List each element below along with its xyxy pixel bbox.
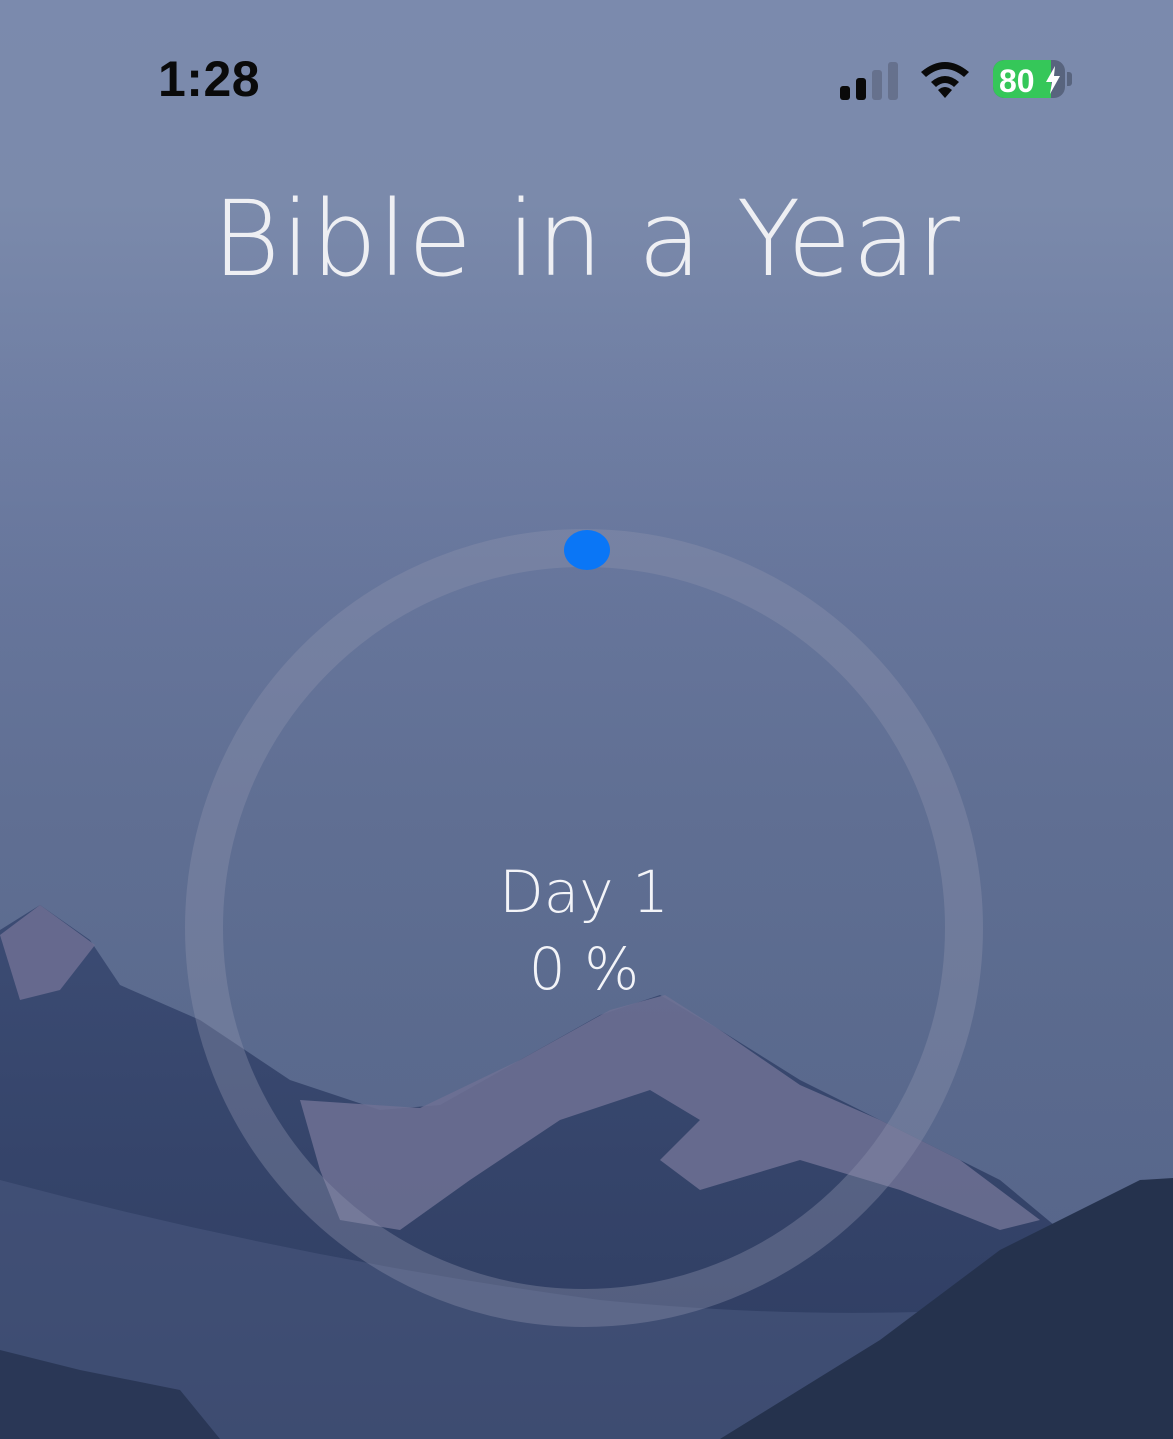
day-label: Day 1	[499, 858, 669, 926]
page-title: Bible in a Year	[212, 178, 961, 300]
signal-icon	[840, 62, 898, 100]
progress-track	[185, 529, 983, 1327]
status-time: 1:28	[158, 51, 261, 107]
percent-label: 0 %	[528, 935, 640, 1003]
progress-indicator-dot[interactable]	[564, 530, 610, 570]
progress-ring	[185, 529, 983, 1327]
app-screen: 1:28 80 Bible in a Year Day 1 0 %	[0, 0, 1173, 1439]
wifi-icon	[921, 62, 969, 98]
bolt-icon	[1046, 66, 1060, 94]
battery-level: 80	[999, 63, 1035, 98]
battery-icon: 80	[993, 58, 1075, 100]
